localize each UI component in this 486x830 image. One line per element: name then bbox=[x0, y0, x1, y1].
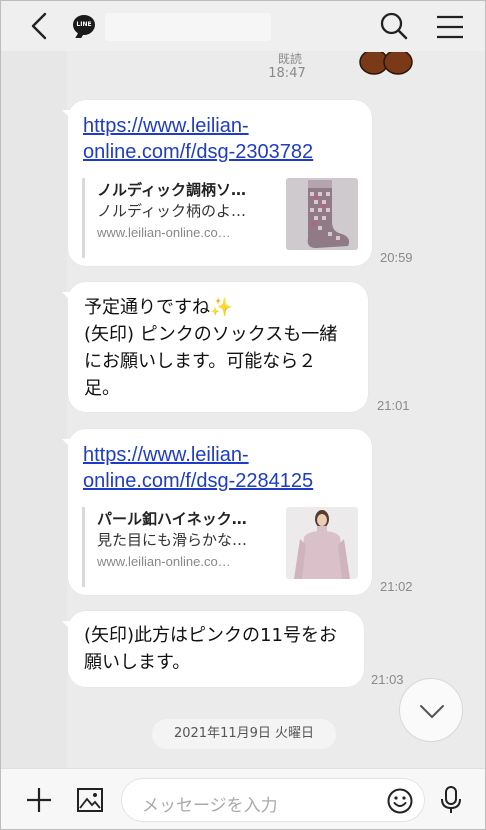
message-time: 21:02 bbox=[380, 579, 413, 594]
chevron-left-icon[interactable] bbox=[27, 11, 53, 41]
link-preview-description: ノルディック柄のよ… bbox=[97, 202, 246, 220]
image-icon[interactable] bbox=[76, 787, 104, 813]
sweater-thumbnail bbox=[286, 507, 358, 579]
message-bubble-text[interactable]: 予定通りですね✨ (矢印) ピンクのソックスも一緒 にお願いします。可能なら２ … bbox=[62, 282, 368, 412]
plus-icon[interactable] bbox=[25, 786, 53, 814]
link-preview-card[interactable]: パール釦ハイネック… 見た目にも滑らかな… www.leilian-online… bbox=[82, 507, 358, 587]
emoji-icon[interactable] bbox=[386, 787, 414, 815]
message-link[interactable]: https://www.leilian- bbox=[83, 442, 313, 468]
message-bubble-text[interactable]: (矢印)此方はピンクの11号をお 願いします。 bbox=[62, 611, 364, 687]
message-input-placeholder: メッセージを入力 bbox=[142, 796, 278, 816]
message-text-line: 予定通りですね✨ bbox=[84, 297, 233, 318]
read-label: 既読 bbox=[277, 52, 302, 66]
message-link[interactable]: online.com/f/dsg-2303782 bbox=[83, 139, 313, 165]
message-text-line: (矢印) ピンクのソックスも一緒 bbox=[84, 324, 338, 345]
line-logo-icon: LINE bbox=[73, 15, 95, 35]
socks-thumbnail bbox=[286, 178, 358, 250]
message-input-bar: メッセージを入力 bbox=[1, 768, 485, 829]
message-link[interactable]: https://www.leilian- bbox=[83, 113, 313, 139]
message-time: 21:01 bbox=[377, 398, 410, 413]
message-time: 18:47 bbox=[268, 66, 306, 81]
link-preview-description: 見た目にも滑らかな… bbox=[97, 531, 248, 549]
microphone-icon[interactable] bbox=[437, 785, 465, 815]
message-text-line: (矢印)此方はピンクの11号をお bbox=[84, 625, 337, 646]
left-avatar-column bbox=[1, 51, 67, 768]
chat-partner-name bbox=[105, 13, 271, 41]
link-preview-domain: www.leilian-online.co… bbox=[97, 225, 231, 240]
message-bubble-link[interactable]: https://www.leilian- online.com/f/dsg-23… bbox=[62, 100, 372, 266]
message-link[interactable]: online.com/f/dsg-2284125 bbox=[83, 468, 313, 494]
message-time: 21:03 bbox=[371, 672, 404, 687]
message-bubble-link[interactable]: https://www.leilian- online.com/f/dsg-22… bbox=[62, 429, 372, 595]
link-preview-title: パール釦ハイネック… bbox=[97, 510, 247, 528]
link-preview-title: ノルディック調柄ソ… bbox=[97, 181, 246, 199]
chat-header: LINE bbox=[1, 1, 485, 51]
date-separator: 2021年11月9日 火曜日 bbox=[152, 719, 336, 749]
scroll-to-bottom-button[interactable] bbox=[399, 678, 463, 742]
message-text-line: 足。 bbox=[84, 378, 120, 399]
bear-sticker bbox=[356, 49, 416, 76]
message-time: 20:59 bbox=[380, 250, 413, 265]
message-input[interactable]: メッセージを入力 bbox=[121, 778, 425, 822]
hamburger-menu-icon[interactable] bbox=[435, 14, 465, 40]
link-preview-domain: www.leilian-online.co… bbox=[97, 554, 231, 569]
chevron-down-icon bbox=[420, 705, 444, 718]
link-preview-card[interactable]: ノルディック調柄ソ… ノルディック柄のよ… www.leilian-online… bbox=[82, 178, 358, 258]
message-text-line: にお願いします。可能なら２ bbox=[84, 351, 317, 372]
message-text-line: 願いします。 bbox=[84, 652, 191, 673]
search-icon[interactable] bbox=[379, 11, 409, 41]
